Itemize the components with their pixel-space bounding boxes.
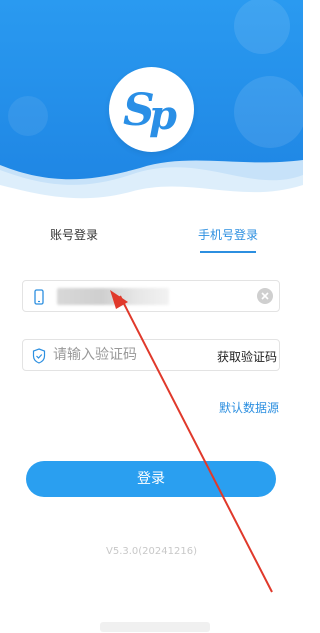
get-code-button[interactable]: 获取验证码 bbox=[217, 348, 277, 365]
svg-text:p: p bbox=[149, 92, 177, 139]
tab-account-login[interactable]: 账号登录 bbox=[50, 226, 98, 243]
login-tabs: 账号登录 手机号登录 bbox=[0, 222, 303, 258]
verification-code-input[interactable] bbox=[53, 344, 203, 366]
redacted-phone-number bbox=[57, 288, 169, 305]
active-tab-indicator bbox=[200, 251, 256, 253]
phone-icon bbox=[34, 289, 44, 305]
footer-text bbox=[100, 622, 210, 632]
clear-icon[interactable] bbox=[257, 288, 273, 304]
tab-phone-login[interactable]: 手机号登录 bbox=[198, 226, 258, 243]
shield-icon bbox=[32, 348, 46, 364]
version-text: V5.3.0(20241216) bbox=[106, 546, 197, 557]
app-logo: S p bbox=[109, 67, 194, 152]
login-button[interactable]: 登录 bbox=[26, 461, 276, 497]
verification-code-field[interactable]: 获取验证码 bbox=[22, 339, 280, 371]
phone-field[interactable] bbox=[22, 280, 280, 312]
default-data-source-link[interactable]: 默认数据源 bbox=[219, 399, 279, 416]
sp-logo-icon: S p bbox=[123, 85, 177, 139]
